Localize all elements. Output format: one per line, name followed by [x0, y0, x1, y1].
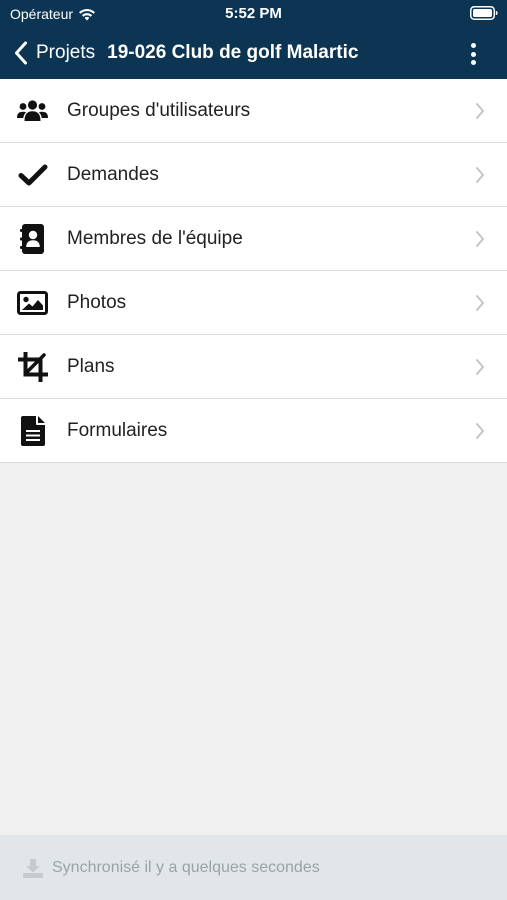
menu-item-team-members[interactable]: Membres de l'équipe	[0, 207, 507, 271]
chevron-right-icon	[476, 295, 484, 311]
more-options-button[interactable]	[463, 41, 483, 67]
menu-item-photos[interactable]: Photos	[0, 271, 507, 335]
menu-item-label: Demandes	[67, 164, 159, 185]
menu-item-label: Plans	[67, 356, 115, 377]
navigation-bar: Projets 19-026 Club de golf Malartic	[0, 30, 507, 76]
menu-item-forms[interactable]: Formulaires	[0, 399, 507, 463]
menu-item-user-groups[interactable]: Groupes d'utilisateurs	[0, 79, 507, 143]
back-button[interactable]: Projets	[14, 33, 95, 73]
menu-item-plans[interactable]: Plans	[0, 335, 507, 399]
menu-item-label: Formulaires	[67, 420, 168, 441]
download-icon	[23, 858, 43, 878]
checkmark-icon	[16, 159, 49, 191]
crop-icon	[16, 351, 49, 383]
chevron-right-icon	[476, 423, 484, 439]
sync-status-text: Synchronisé il y a quelques secondes	[52, 858, 320, 876]
more-dot-icon	[470, 60, 476, 65]
status-bar: Opérateur 5:52 PM	[0, 0, 507, 26]
more-dot-icon	[470, 51, 476, 57]
menu-item-requests[interactable]: Demandes	[0, 143, 507, 207]
contact-book-icon	[16, 223, 49, 255]
back-label: Projets	[36, 42, 96, 63]
chevron-right-icon	[476, 103, 484, 119]
document-icon	[16, 415, 49, 447]
page-title: 19-026 Club de golf Malartic	[107, 42, 359, 63]
chevron-left-icon	[15, 41, 27, 65]
sync-status-bar: Synchronisé il y a quelques secondes	[0, 835, 507, 900]
top-bar: Opérateur 5:52 PM Projets 19-026 Club de…	[0, 0, 507, 79]
menu-item-label: Groupes d'utilisateurs	[67, 100, 251, 121]
chevron-right-icon	[476, 359, 484, 375]
chevron-right-icon	[476, 167, 484, 183]
menu-item-label: Membres de l'équipe	[67, 228, 243, 249]
menu-item-label: Photos	[67, 292, 127, 313]
users-group-icon	[16, 95, 49, 127]
more-dot-icon	[470, 43, 476, 48]
image-icon	[16, 287, 49, 319]
project-menu: Groupes d'utilisateurs Demandes Membres …	[0, 79, 507, 463]
battery-icon	[470, 6, 498, 20]
chevron-right-icon	[476, 231, 484, 247]
status-time: 5:52 PM	[225, 5, 282, 22]
